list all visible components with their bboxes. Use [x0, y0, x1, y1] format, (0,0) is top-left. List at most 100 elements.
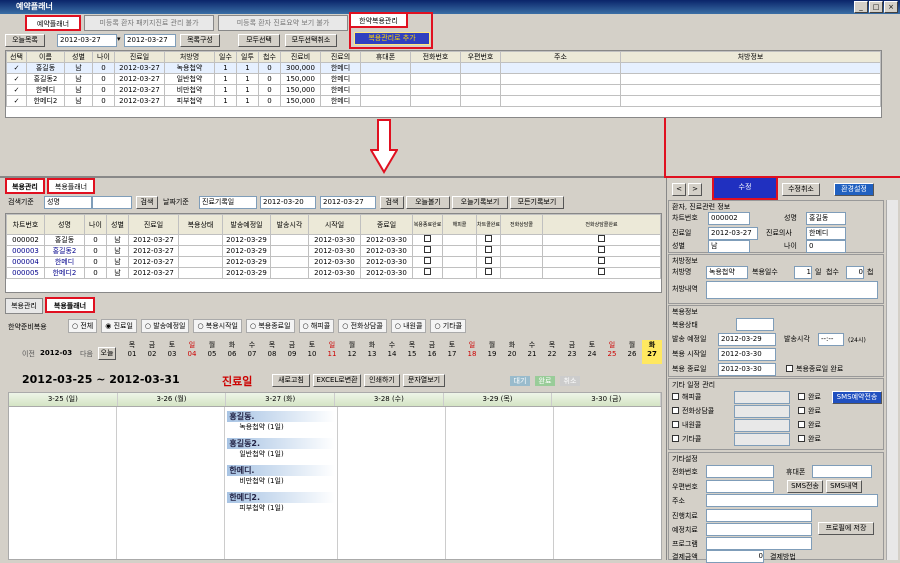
table-cell[interactable] [542, 245, 661, 257]
filter-option[interactable]: ○ 발송예정일 [140, 319, 190, 333]
radio-icon[interactable]: ○ [342, 322, 350, 330]
tab-planner-planner[interactable]: 복용플래너 [45, 297, 95, 313]
call-done-checkbox[interactable] [798, 393, 805, 400]
date-basis-select[interactable]: 진료기록일 [199, 196, 257, 209]
checkbox[interactable] [424, 246, 431, 253]
table-cell[interactable] [500, 234, 543, 246]
call-date-select[interactable] [734, 419, 790, 432]
grid1-header[interactable]: 휴대폰 [360, 51, 411, 63]
table-cell[interactable] [442, 256, 477, 268]
zip-field[interactable] [706, 480, 774, 493]
search-date-from[interactable]: 2012-03-20 [260, 196, 316, 209]
grid2-header[interactable]: 차트콜완료 [476, 214, 501, 235]
checkbox[interactable] [598, 268, 605, 275]
grid2-header[interactable]: 성명 [44, 214, 85, 235]
search-button[interactable]: 검색 [136, 196, 158, 209]
table-cell[interactable] [412, 267, 443, 279]
tab-unregistered-summary[interactable]: 미등록 환자 진료요약 보기 불가 [218, 15, 348, 31]
table-row[interactable]: ✓ 한메디 남 0 2012-03-27 비만첩약 1 1 0 150,000 한메디 [6, 84, 881, 96]
grid1-header[interactable]: 일수 [214, 51, 237, 63]
end-date-field[interactable]: 2012-03-30 [718, 363, 776, 376]
table-row[interactable]: 000005 한메디2 0 남 2012-03-27 2012-03-29 2012-03-… [6, 267, 661, 279]
filter-option[interactable]: ◉ 진료일 [101, 319, 137, 333]
chart-no-field[interactable]: 000002 [708, 212, 750, 225]
table-cell[interactable] [542, 267, 661, 279]
today-month-button[interactable]: 오늘 [98, 347, 116, 360]
day-cell[interactable]: 화 27 [642, 340, 662, 364]
grid1-header[interactable]: 전화번호 [410, 51, 461, 63]
call-done-checkbox[interactable] [798, 421, 805, 428]
day-cell[interactable]: 토 10 [302, 340, 322, 364]
table-cell[interactable] [500, 256, 543, 268]
day-cell[interactable]: 수 21 [522, 340, 542, 364]
search-input[interactable] [92, 196, 132, 209]
day-cell[interactable]: 월 05 [202, 340, 222, 364]
age-field[interactable]: 0 [806, 240, 846, 253]
radio-icon[interactable]: ○ [434, 322, 442, 330]
filter-option[interactable]: ○ 전체 [68, 319, 98, 333]
prev-month-button[interactable]: 이전 [22, 349, 35, 359]
radio-icon[interactable]: ○ [197, 322, 205, 330]
grid2-header[interactable]: 발송시각 [270, 214, 309, 235]
call-done-checkbox[interactable] [798, 407, 805, 414]
right-scrollbar[interactable] [886, 200, 898, 560]
table-cell[interactable]: ✓ [6, 73, 27, 85]
program-select[interactable] [706, 537, 812, 550]
deselect-all-button[interactable]: 모두선택취소 [285, 34, 337, 47]
checkbox[interactable] [485, 235, 492, 242]
rx-detail-field[interactable] [706, 281, 878, 299]
filter-option[interactable]: ○ 복용종료일 [246, 319, 295, 333]
call-checkbox[interactable] [672, 407, 679, 414]
tab-planner-management[interactable]: 복용관리 [5, 298, 43, 314]
tab-dose-management[interactable]: 복용관리 [5, 178, 45, 194]
day-cell[interactable]: 토 03 [162, 340, 182, 364]
grid2-header[interactable]: 나이 [84, 214, 107, 235]
day-cell[interactable]: 일 11 [322, 340, 342, 364]
table-cell[interactable]: ✓ [6, 84, 27, 96]
day-cell[interactable]: 금 02 [142, 340, 162, 364]
grid1-header[interactable]: 진료비 [280, 51, 321, 63]
search-field-select[interactable]: 성명 [44, 196, 92, 209]
day-cell[interactable]: 수 14 [382, 340, 402, 364]
day-cell[interactable]: 화 13 [362, 340, 382, 364]
rx-name-field[interactable]: 녹용첩약 [706, 266, 748, 279]
day-cell[interactable]: 금 16 [422, 340, 442, 364]
call-date-select[interactable] [734, 433, 790, 446]
compose-list-button[interactable]: 목록구성 [180, 34, 220, 47]
chevron-down-icon[interactable]: ▾ [117, 35, 121, 43]
table-cell[interactable] [476, 234, 501, 246]
excel-button[interactable]: EXCEL로변환 [313, 374, 361, 387]
grid2-header[interactable]: 해피콜 [442, 214, 477, 235]
checkbox[interactable] [598, 235, 605, 242]
grid1-header[interactable]: 처방명 [164, 51, 215, 63]
grid1-header[interactable]: 선택 [6, 51, 27, 63]
radio-icon[interactable]: ◉ [105, 322, 113, 330]
grid2-header[interactable]: 전화상담콜완료 [542, 214, 661, 235]
call-checkbox[interactable] [672, 393, 679, 400]
print-button[interactable]: 인쇄하기 [364, 374, 400, 387]
date-from-select[interactable]: 2012-03-27 [57, 34, 117, 47]
radio-icon[interactable]: ○ [395, 322, 403, 330]
table-row[interactable]: ✓ 한메디2 남 0 2012-03-27 피부첩약 1 1 0 150,000 한메디 [6, 95, 881, 107]
today-view-button[interactable]: 오늘볼기 [406, 196, 450, 209]
day-cell[interactable]: 금 23 [562, 340, 582, 364]
filter-option[interactable]: ○ 기타콜 [430, 319, 467, 333]
table-cell[interactable] [442, 245, 477, 257]
radio-icon[interactable]: ○ [303, 322, 311, 330]
day-cell[interactable]: 목 01 [122, 340, 142, 364]
mobile-field[interactable] [812, 465, 872, 478]
grid1-header[interactable]: 진료일 [114, 51, 165, 63]
day-cell[interactable]: 일 25 [602, 340, 622, 364]
table-row[interactable]: ✓ 홍길동 남 0 2012-03-27 녹용첩약 1 1 0 300,000 한메디 [6, 62, 881, 74]
start-date-field[interactable]: 2012-03-30 [718, 348, 776, 361]
name-field[interactable]: 홍길동 [806, 212, 846, 225]
day-cell[interactable]: 월 19 [482, 340, 502, 364]
day-cell[interactable]: 토 17 [442, 340, 462, 364]
table-cell[interactable] [442, 234, 477, 246]
schedule-entry[interactable]: 홍길동. 녹용첩약 (1일) [227, 411, 335, 432]
table-row[interactable]: 000003 홍길동2 0 남 2012-03-27 2012-03-29 2012-03-… [6, 245, 661, 257]
grid2-header[interactable]: 시작일 [308, 214, 361, 235]
day-cell[interactable]: 목 08 [262, 340, 282, 364]
table-cell[interactable] [476, 245, 501, 257]
send-time-field[interactable]: --:-- [818, 333, 844, 346]
